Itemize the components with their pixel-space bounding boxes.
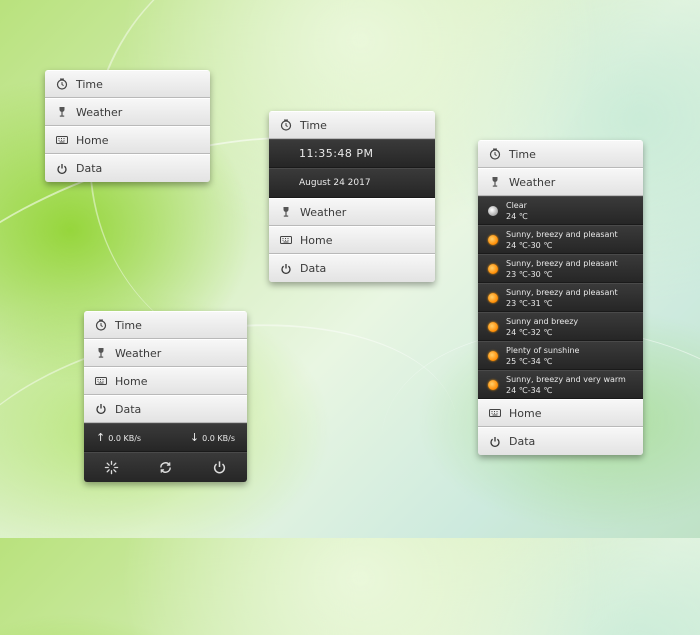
- menu-item-label: Weather: [115, 346, 162, 360]
- menu-item-home[interactable]: Home: [45, 126, 210, 154]
- menu-item-time[interactable]: Time: [478, 140, 643, 168]
- weather-condition: Plenty of sunshine: [506, 345, 580, 355]
- menu-item-label: Weather: [76, 105, 123, 119]
- keyboard-icon: [488, 406, 502, 420]
- power-icon: [214, 461, 226, 474]
- weather-temp: 24 ℃-32 ℃: [506, 327, 553, 337]
- menu-item-data[interactable]: Data: [478, 427, 643, 455]
- upload-speed: ↑ 0.0 KB/s: [96, 431, 141, 444]
- sun-icon: [488, 292, 498, 303]
- menu-item-label: Time: [300, 118, 327, 132]
- control-bar: [84, 452, 247, 482]
- power-icon: [55, 162, 69, 176]
- menu-item-label: Data: [300, 262, 327, 275]
- widget-menu-collapsed: Time Weather Home Data: [45, 70, 210, 182]
- menu-item-home[interactable]: Home: [84, 367, 247, 395]
- goblet-icon: [55, 105, 69, 119]
- clock-icon: [488, 147, 502, 161]
- menu-item-time[interactable]: Time: [45, 70, 210, 98]
- power-icon: [279, 262, 293, 276]
- weather-forecast-item: Sunny and breezy 24 ℃-32 ℃: [478, 312, 643, 341]
- refresh-button[interactable]: [156, 459, 174, 477]
- weather-forecast-item: Clear 24 ℃: [478, 196, 643, 225]
- weather-temp: 24 ℃-34 ℃: [506, 385, 553, 395]
- keyboard-icon: [94, 374, 108, 388]
- sun-icon: [488, 263, 498, 274]
- network-speed-bar: ↑ 0.0 KB/s ↓ 0.0 KB/s: [84, 423, 247, 452]
- menu-item-time[interactable]: Time: [84, 311, 247, 339]
- menu-item-home[interactable]: Home: [478, 399, 643, 427]
- menu-item-label: Home: [300, 233, 333, 247]
- widget-data-expanded: Time Weather Home Data ↑ 0.0 KB/s ↓ 0.0 KB…: [84, 311, 247, 482]
- keyboard-icon: [279, 233, 293, 247]
- menu-item-weather[interactable]: Weather: [84, 339, 247, 367]
- menu-item-data[interactable]: Data: [269, 254, 435, 282]
- menu-item-label: Time: [509, 147, 536, 161]
- clock-time-display: 11:35:48 PM: [269, 139, 435, 168]
- menu-item-weather[interactable]: Weather: [45, 98, 210, 126]
- menu-item-label: Data: [76, 162, 103, 175]
- widget-weather-expanded: Time Weather Clear 24 ℃ Sunny, breezy and…: [478, 140, 643, 455]
- weather-forecast-item: Sunny, breezy and pleasant 24 ℃-30 ℃: [478, 225, 643, 254]
- menu-item-label: Home: [509, 406, 542, 420]
- clock-icon: [55, 77, 69, 91]
- menu-item-label: Data: [115, 402, 142, 416]
- weather-temp: 23 ℃-31 ℃: [506, 298, 553, 308]
- menu-item-data[interactable]: Data: [45, 154, 210, 182]
- refresh-icon: [160, 462, 171, 473]
- menu-item-label: Home: [76, 133, 109, 147]
- loading-spinner-button[interactable]: [102, 459, 120, 477]
- weather-condition: Sunny, breezy and very warm: [506, 374, 626, 384]
- weather-temp: 23 ℃-30 ℃: [506, 269, 553, 279]
- clock-icon: [279, 118, 293, 132]
- menu-item-data[interactable]: Data: [84, 395, 247, 423]
- weather-forecast-item: Sunny, breezy and pleasant 23 ℃-30 ℃: [478, 254, 643, 283]
- weather-temp: 25 ℃-34 ℃: [506, 356, 553, 366]
- download-speed: ↓ 0.0 KB/s: [190, 431, 235, 444]
- power-button[interactable]: [211, 459, 229, 477]
- goblet-icon: [488, 175, 502, 189]
- weather-temp: 24 ℃-30 ℃: [506, 240, 553, 250]
- weather-condition: Sunny, breezy and pleasant: [506, 287, 618, 297]
- keyboard-icon: [55, 133, 69, 147]
- menu-item-time[interactable]: Time: [269, 111, 435, 139]
- weather-forecast-item: Sunny, breezy and pleasant 23 ℃-31 ℃: [478, 283, 643, 312]
- weather-condition: Sunny and breezy: [506, 316, 579, 326]
- upload-arrow-icon: ↑: [96, 431, 106, 444]
- menu-item-label: Data: [509, 435, 536, 448]
- menu-item-label: Time: [115, 318, 142, 332]
- clock-date-display: August 24 2017: [269, 168, 435, 198]
- download-arrow-icon: ↓: [189, 431, 200, 444]
- power-icon: [488, 435, 502, 449]
- moon-icon: [488, 205, 498, 216]
- weather-forecast-item: Plenty of sunshine 25 ℃-34 ℃: [478, 341, 643, 370]
- weather-condition: Clear: [506, 200, 527, 210]
- menu-item-weather[interactable]: Weather: [269, 198, 435, 226]
- sun-icon: [488, 379, 498, 390]
- sun-icon: [488, 350, 498, 361]
- clock-icon: [94, 318, 108, 332]
- weather-temp: 24 ℃: [506, 211, 528, 221]
- menu-item-label: Weather: [509, 175, 556, 189]
- sun-icon: [488, 234, 498, 245]
- goblet-icon: [279, 205, 293, 219]
- goblet-icon: [94, 346, 108, 360]
- menu-item-home[interactable]: Home: [269, 226, 435, 254]
- widget-time-expanded: Time 11:35:48 PM August 24 2017 Weather …: [269, 111, 435, 282]
- download-speed-value: 0.0 KB/s: [202, 434, 235, 443]
- spinner-icon: [104, 460, 118, 475]
- weather-condition: Sunny, breezy and pleasant: [506, 229, 618, 239]
- menu-item-label: Time: [76, 77, 103, 91]
- menu-item-label: Home: [115, 374, 148, 388]
- weather-forecast-item: Sunny, breezy and very warm 24 ℃-34 ℃: [478, 370, 643, 399]
- sun-icon: [488, 321, 498, 332]
- power-icon: [94, 402, 108, 416]
- menu-item-label: Weather: [300, 205, 347, 219]
- menu-item-weather[interactable]: Weather: [478, 168, 643, 196]
- upload-speed-value: 0.0 KB/s: [108, 434, 142, 443]
- weather-condition: Sunny, breezy and pleasant: [506, 258, 618, 268]
